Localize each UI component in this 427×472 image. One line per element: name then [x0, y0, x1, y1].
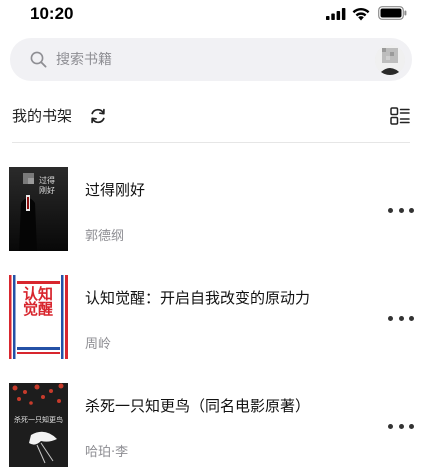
user-avatar[interactable]: [375, 45, 405, 75]
book-author: 哈珀·李: [85, 445, 129, 460]
book-cover[interactable]: 杀死一只知更鸟: [9, 383, 68, 467]
book-cover-art: [9, 383, 68, 467]
book-item[interactable]: 过得刚好 过得刚好 郭德纲: [0, 167, 427, 262]
book-title[interactable]: 过得刚好: [85, 179, 145, 200]
more-dot: [409, 423, 414, 429]
list-view-icon[interactable]: [390, 106, 410, 126]
more-dots-icon: [388, 207, 393, 213]
search-bar[interactable]: [10, 38, 412, 81]
more-dot: [398, 423, 404, 429]
more-options-button[interactable]: [386, 419, 416, 433]
book-cover[interactable]: 过得刚好: [9, 167, 68, 251]
refresh-icon[interactable]: [89, 107, 107, 125]
status-time: 10:20: [30, 4, 74, 23]
cellular-signal-icon: [326, 8, 346, 20]
status-bar: 10:20: [0, 0, 427, 34]
book-item[interactable]: 杀死一只知更鸟 杀死一只知更鸟（同名电影原著） 哈珀·李: [0, 383, 427, 472]
book-author: 郭德纲: [85, 229, 125, 244]
more-dot: [409, 207, 414, 213]
book-title[interactable]: 杀死一只知更鸟（同名电影原著）: [85, 395, 310, 416]
shelf-divider: [12, 142, 410, 143]
more-dots-icon: [388, 423, 393, 429]
more-options-button[interactable]: [386, 203, 416, 217]
shelf-title: 我的书架: [12, 107, 73, 125]
book-cover-text: 认知觉醒: [23, 285, 54, 318]
book-author: 周岭: [85, 337, 112, 352]
more-options-button[interactable]: [386, 311, 416, 325]
search-icon: [30, 51, 47, 68]
more-dots-icon: [388, 315, 393, 321]
book-cover-text: 杀死一只知更鸟: [14, 416, 63, 424]
search-input[interactable]: [56, 48, 356, 72]
book-title[interactable]: 认知觉醒：开启自我改变的原动力: [85, 287, 310, 308]
book-cover-text: 过得刚好: [39, 176, 55, 195]
wifi-icon: [352, 7, 370, 21]
more-dot: [398, 315, 404, 321]
more-dot: [398, 207, 404, 213]
book-item[interactable]: 认知觉醒 认知觉醒：开启自我改变的原动力 周岭: [0, 275, 427, 370]
battery-icon: [378, 6, 407, 20]
shelf-header: 我的书架: [12, 104, 412, 130]
more-dot: [409, 315, 414, 321]
book-cover[interactable]: 认知觉醒: [9, 275, 68, 359]
avatar-portrait-icon: [375, 45, 405, 75]
